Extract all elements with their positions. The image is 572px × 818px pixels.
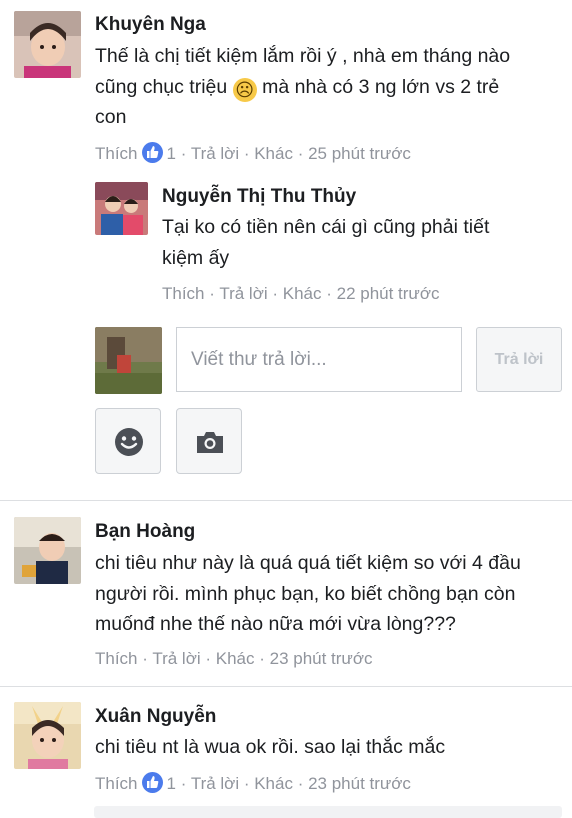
- comment-line: con: [95, 106, 127, 128]
- divider: [0, 686, 572, 687]
- avatar[interactable]: [14, 11, 81, 78]
- thumbs-up-icon[interactable]: [141, 142, 163, 163]
- comment-line: muốnđ nhe thế nào nữa mới vừa lòng???: [95, 613, 456, 635]
- more-link[interactable]: Khác: [216, 649, 255, 668]
- like-count: 1: [166, 144, 176, 163]
- comment-line: chi tiêu như này là quá quá tiết kiệm so…: [95, 552, 521, 574]
- comment-author[interactable]: Khuyên Nga: [95, 14, 206, 36]
- comment-line: cũng chục triệu: [95, 75, 228, 98]
- comment-line: Tại ko có tiền nên cái gì cũng phải tiết: [162, 216, 490, 238]
- avatar-photo: [95, 327, 162, 394]
- comment-text: chi tiêu nt là wua ok rồi. sao lại thắc …: [95, 732, 565, 763]
- reply-input[interactable]: Viết thư trả lời...: [176, 327, 462, 392]
- comment-author[interactable]: Nguyễn Thị Thu Thủy: [162, 186, 356, 208]
- comment-actions: Thích 1 · Trả lời · Khác · 25 phút trước: [95, 142, 411, 163]
- current-user-avatar: [95, 327, 162, 394]
- avatar[interactable]: [14, 517, 81, 584]
- like-count: 1: [166, 774, 176, 793]
- comment-line: người rồi. mình phục bạn, ko biết chồng …: [95, 582, 516, 605]
- comment-actions: Thích · Trả lời · Khác · 23 phút trước: [95, 649, 373, 668]
- reply-link[interactable]: Trả lời: [152, 649, 200, 668]
- avatar-photo: [95, 182, 148, 235]
- camera-icon: [197, 432, 223, 453]
- photo-button[interactable]: [176, 408, 242, 474]
- thumbs-up-icon[interactable]: [141, 772, 163, 793]
- comment-text: Thế là chị tiết kiệm lắm rồi ý , nhà em …: [95, 41, 565, 133]
- smiley-icon: [115, 428, 143, 456]
- like-link[interactable]: Thích: [95, 774, 138, 793]
- like-link[interactable]: Thích: [95, 144, 138, 163]
- more-link[interactable]: Khác: [254, 144, 293, 163]
- more-link[interactable]: Khác: [254, 774, 293, 793]
- comment-actions: Thích · Trả lời · Khác · 22 phút trước: [162, 284, 440, 303]
- comment-text: chi tiêu như này là quá quá tiết kiệm so…: [95, 548, 565, 640]
- avatar-photo: [14, 517, 81, 584]
- comment-line: chi tiêu nt là wua ok rồi. sao lại thắc …: [95, 736, 446, 758]
- comment-actions: Thích 1 · Trả lời · Khác · 23 phút trước: [95, 772, 411, 793]
- comment-line: kiệm ấy: [162, 246, 230, 269]
- comment-line: mà nhà có 3 ng lớn vs 2 trẻ: [262, 75, 500, 98]
- comment-text: Tại ko có tiền nên cái gì cũng phải tiết…: [162, 212, 562, 273]
- emoji-button[interactable]: [95, 408, 161, 474]
- more-link[interactable]: Khác: [283, 284, 322, 303]
- avatar[interactable]: [14, 702, 81, 769]
- next-reply-box[interactable]: [94, 806, 562, 818]
- divider: [0, 500, 572, 501]
- reply-link[interactable]: Trả lời: [191, 144, 239, 163]
- timestamp[interactable]: 22 phút trước: [337, 284, 440, 303]
- timestamp[interactable]: 23 phút trước: [270, 649, 373, 668]
- like-link[interactable]: Thích: [162, 284, 205, 303]
- avatar[interactable]: [95, 182, 148, 235]
- avatar-photo: [14, 702, 81, 769]
- reply-link[interactable]: Trả lời: [219, 284, 267, 303]
- comment-author[interactable]: Bạn Hoàng: [95, 521, 195, 543]
- reply-submit-button[interactable]: Trả lời: [476, 327, 562, 392]
- reply-link[interactable]: Trả lời: [191, 774, 239, 793]
- timestamp[interactable]: 25 phút trước: [308, 144, 411, 163]
- avatar-photo: [14, 11, 81, 78]
- comment-author[interactable]: Xuân Nguyễn: [95, 706, 216, 728]
- like-link[interactable]: Thích: [95, 649, 138, 668]
- comment-line: Thế là chị tiết kiệm lắm rồi ý , nhà em …: [95, 45, 511, 67]
- sad-face-emoji: ☹: [232, 77, 257, 102]
- timestamp[interactable]: 23 phút trước: [308, 774, 411, 793]
